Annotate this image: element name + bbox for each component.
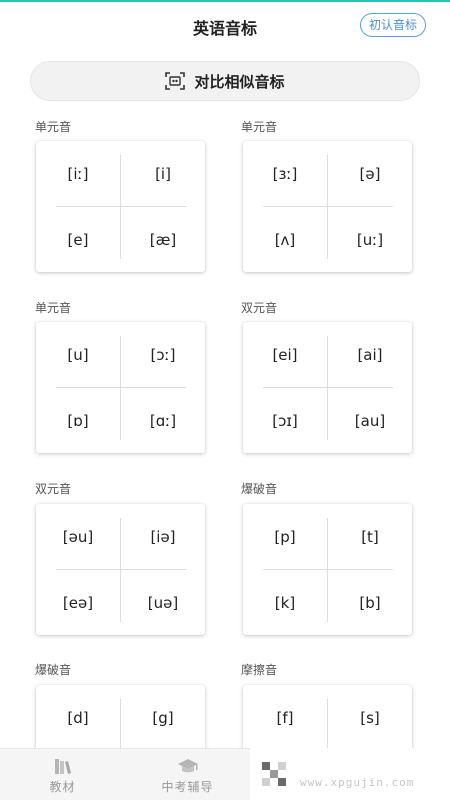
phonetic-symbol[interactable]: [s] <box>328 685 412 750</box>
phonetic-symbol[interactable]: [iə] <box>121 504 205 569</box>
compare-similar-button[interactable]: 对比相似音标 <box>30 61 420 101</box>
phonetic-symbol[interactable]: [ei] <box>243 322 327 387</box>
graduation-cap-icon <box>177 759 198 773</box>
phonetic-symbol[interactable]: [p] <box>243 504 327 569</box>
phonetic-symbol[interactable]: [eə] <box>36 570 120 635</box>
nav-item-exam-prep[interactable]: 中考辅导 <box>125 753 250 799</box>
phonetic-card[interactable]: [u] [ɔː] [ɒ] [ɑː] <box>36 322 205 453</box>
phonetic-symbol[interactable]: [uː] <box>328 207 412 272</box>
phonetic-symbol[interactable]: [iː] <box>36 141 120 206</box>
phonetic-symbol[interactable]: [ə] <box>328 141 412 206</box>
group-label: 单元音 <box>241 120 278 134</box>
watermark-text: www.xpgujin.com <box>300 776 415 789</box>
bottom-navigation: 教材 中考辅导 <box>0 748 250 800</box>
nav-label: 教材 <box>49 780 76 794</box>
phonetic-symbol[interactable]: [u] <box>36 322 120 387</box>
nav-label: 中考辅导 <box>161 780 214 794</box>
phonetic-symbol[interactable]: [au] <box>328 388 412 453</box>
phonetic-symbol[interactable]: [ʌ] <box>243 207 327 272</box>
phonetic-symbol[interactable]: [k] <box>243 570 327 635</box>
nav-item-textbook[interactable]: 教材 <box>0 753 125 799</box>
phonetic-card[interactable]: [ei] [ai] [ɔɪ] [au] <box>243 322 412 453</box>
watermark-area: www.xpgujin.com <box>250 748 450 800</box>
books-icon <box>54 759 71 774</box>
phonetic-symbol[interactable]: [t] <box>328 504 412 569</box>
phonetic-symbol[interactable]: [ɑː] <box>121 388 205 453</box>
logo-icon <box>262 762 286 786</box>
phonetic-symbol[interactable]: [ai] <box>328 322 412 387</box>
group-label: 单元音 <box>35 301 72 315</box>
group-label: 双元音 <box>241 301 278 315</box>
header: 英语音标 初认音标 <box>0 2 450 50</box>
group-label: 单元音 <box>35 120 72 134</box>
phonetic-symbol[interactable]: [i] <box>121 141 205 206</box>
phonetic-symbol[interactable]: [uə] <box>121 570 205 635</box>
phonetic-card[interactable]: [əu] [iə] [eə] [uə] <box>36 504 205 635</box>
phonetic-card[interactable]: [p] [t] [k] [b] <box>243 504 412 635</box>
phonetic-symbol[interactable]: [e] <box>36 207 120 272</box>
phonetic-symbol[interactable]: [ɔɪ] <box>243 388 327 453</box>
group-label: 爆破音 <box>241 482 278 496</box>
phonetic-symbol[interactable]: [b] <box>328 570 412 635</box>
phonetic-symbol[interactable]: [ɔː] <box>121 322 205 387</box>
phonetic-symbol[interactable]: [d] <box>36 685 120 750</box>
group-label: 爆破音 <box>35 663 72 677</box>
phonetic-card[interactable]: [ɜː] [ə] [ʌ] [uː] <box>243 141 412 272</box>
intro-phonetics-button[interactable]: 初认音标 <box>359 13 426 37</box>
compare-scan-icon <box>165 72 186 90</box>
phonetic-symbol[interactable]: [æ] <box>121 207 205 272</box>
compare-label: 对比相似音标 <box>194 72 285 91</box>
phonetic-symbol[interactable]: [ɜː] <box>243 141 327 206</box>
phonetic-symbol[interactable]: [əu] <box>36 504 120 569</box>
phonetic-symbol[interactable]: [f] <box>243 685 327 750</box>
phonetic-symbol[interactable]: [ɒ] <box>36 388 120 453</box>
group-label: 摩擦音 <box>241 663 278 677</box>
group-label: 双元音 <box>35 482 72 496</box>
phonetic-card[interactable]: [iː] [i] [e] [æ] <box>36 141 205 272</box>
phonetic-symbol[interactable]: [g] <box>121 685 205 750</box>
